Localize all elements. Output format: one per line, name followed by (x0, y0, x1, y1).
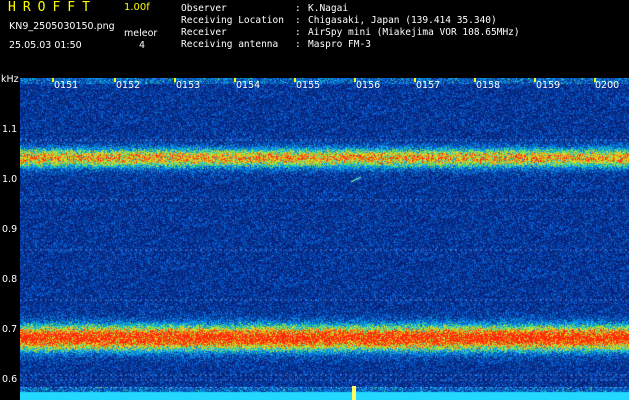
time-label: 0154 (236, 80, 261, 91)
meteor-trace-icon (352, 386, 356, 400)
filename-label: KN9_2505030150.png (9, 21, 115, 32)
mode-value: 4 (139, 40, 146, 51)
info-row-antenna: Receiving antenna: Maspro FM-3 (181, 39, 371, 50)
time-label: 0155 (296, 80, 321, 91)
time-label: 0156 (356, 80, 381, 91)
freq-label: 1.1 (2, 124, 18, 135)
freq-label: 1.0 (2, 174, 18, 185)
info-row-receiver: Receiver: AirSpy mini (Miakejima VOR 108.… (181, 27, 520, 38)
hrofft-window: HROFFT 1.00f KN9_2505030150.png meleor 2… (0, 0, 629, 400)
time-label: 0200 (595, 80, 620, 91)
frequency-axis: 1.1 1.0 0.9 0.8 0.7 0.6 (0, 0, 20, 400)
freq-label: 0.7 (2, 324, 18, 335)
freq-label: 0.9 (2, 224, 18, 235)
time-label: 0152 (116, 80, 141, 91)
freq-label: 0.6 (2, 374, 18, 385)
app-title: HROFFT (8, 0, 97, 15)
spectrogram-gridlines (20, 78, 629, 400)
time-label: 0157 (416, 80, 441, 91)
info-row-observer: Observer: K.Nagai (181, 3, 349, 14)
freq-label: 0.8 (2, 274, 18, 285)
time-label: 0158 (476, 80, 501, 91)
mode-label: meleor (124, 28, 158, 39)
time-label: 0153 (176, 80, 201, 91)
info-row-location: Receiving Location: Chigasaki, Japan (139… (181, 15, 497, 26)
station-info: Observer: K.Nagai Receiving Location: Chig… (181, 3, 520, 51)
time-axis: 0151 0152 0153 0154 0155 0156 0157 0158 … (0, 76, 629, 92)
version-label: 1.00f (124, 2, 150, 13)
time-label: 0159 (536, 80, 561, 91)
time-label: 0151 (54, 80, 79, 91)
